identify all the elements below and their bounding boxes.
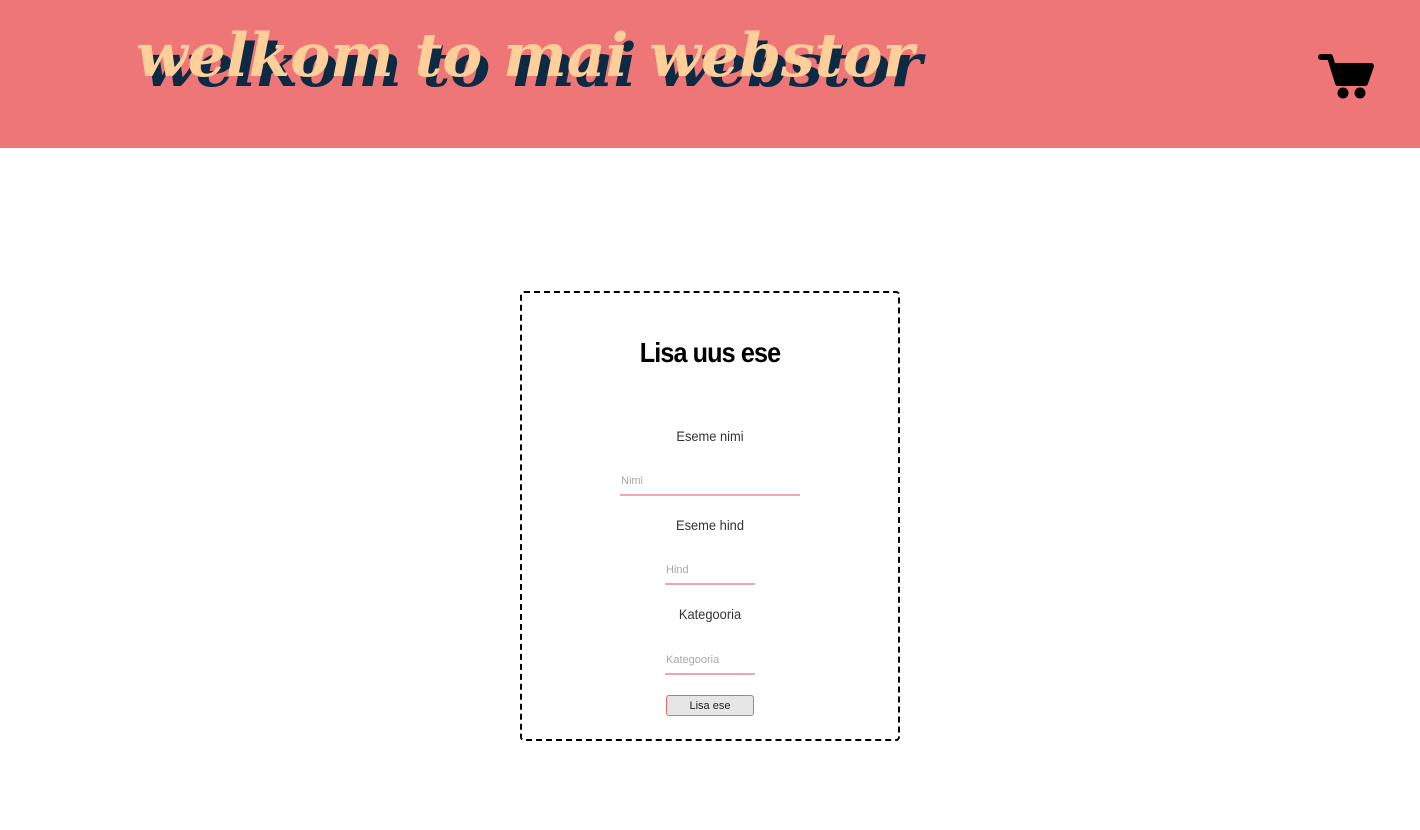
category-input[interactable] bbox=[665, 653, 755, 675]
add-item-button[interactable]: Lisa ese bbox=[666, 695, 754, 716]
item-name-label: Eseme nimi bbox=[676, 428, 744, 444]
site-title: welkom to mai webstor bbox=[136, 21, 915, 91]
form-title: Lisa uus ese bbox=[639, 337, 781, 368]
item-price-label: Eseme hind bbox=[675, 517, 745, 533]
category-label: Kategooria bbox=[678, 606, 742, 622]
site-header: welkom to mai webstor bbox=[0, 0, 1420, 148]
item-price-input[interactable] bbox=[665, 563, 755, 585]
add-item-form: Lisa uus ese Eseme nimi Eseme hind Kateg… bbox=[520, 291, 900, 741]
item-name-input[interactable] bbox=[620, 474, 800, 496]
shopping-cart-icon[interactable] bbox=[1318, 52, 1376, 102]
